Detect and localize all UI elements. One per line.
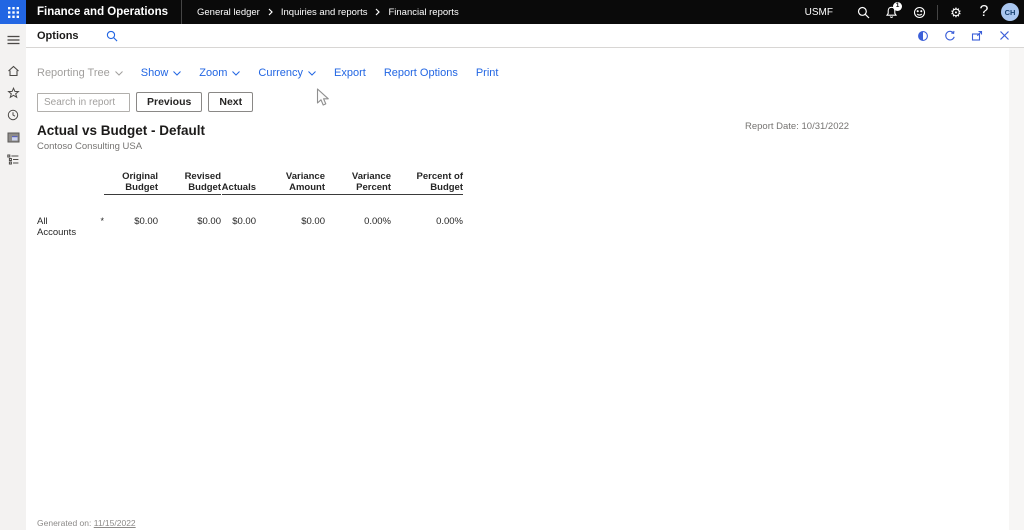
close-icon[interactable]: [994, 26, 1014, 46]
expand-menu-icon[interactable]: [0, 29, 26, 51]
chevron-down-icon: [173, 71, 181, 76]
column-variance-amount[interactable]: Variance Amount: [256, 171, 325, 195]
table-row[interactable]: All Accounts * $0.00 $0.00 $0.00 $0.00 0…: [37, 216, 1024, 238]
report-table: Original Budget Revised Budget Actuals V…: [37, 171, 1024, 238]
page-search-icon[interactable]: [106, 30, 118, 42]
topbar-divider: [937, 5, 938, 20]
page-action-icons: [913, 26, 1014, 46]
avatar[interactable]: CH: [1001, 3, 1019, 21]
settings-gear-icon[interactable]: ⚙: [942, 0, 970, 24]
report-search-row: Previous Next: [37, 92, 1024, 112]
report-viewer: Reporting Tree Show Zoom Currency Export…: [26, 47, 1024, 530]
search-in-report-input[interactable]: [37, 93, 130, 112]
column-variance-percent[interactable]: Variance Percent: [325, 171, 391, 195]
zoom-menu[interactable]: Zoom: [199, 67, 240, 79]
notifications-bell-icon[interactable]: 1: [877, 0, 905, 24]
report-header: Actual vs Budget - Default Contoso Consu…: [37, 123, 1024, 152]
column-revised-budget[interactable]: Revised Budget: [158, 171, 221, 195]
open-in-new-window-icon[interactable]: [967, 26, 987, 46]
column-actuals[interactable]: Actuals: [222, 182, 256, 195]
report-title: Actual vs Budget - Default: [37, 123, 1024, 138]
table-header-row: Original Budget Revised Budget Actuals V…: [37, 171, 1024, 195]
next-button[interactable]: Next: [208, 92, 253, 112]
currency-menu[interactable]: Currency: [258, 67, 316, 79]
cell-original-budget: $0.00: [104, 216, 158, 227]
breadcrumb-inquiries-and-reports[interactable]: Inquiries and reports: [281, 7, 368, 18]
column-original-budget[interactable]: Original Budget: [104, 171, 158, 195]
cell-variance-amount: $0.00: [256, 216, 325, 227]
top-navigation-bar: Finance and Operations General ledger In…: [0, 0, 1024, 24]
chevron-right-icon: [268, 8, 273, 16]
scrollbar-track[interactable]: [1009, 48, 1024, 530]
column-percent-of-budget[interactable]: Percent of Budget: [391, 171, 463, 195]
currency-label: Currency: [258, 67, 303, 79]
nav-sidebar: [0, 24, 26, 530]
export-button[interactable]: Export: [334, 67, 366, 79]
breadcrumb-general-ledger[interactable]: General ledger: [197, 7, 260, 18]
generated-on-footer: Generated on: 11/15/2022: [37, 518, 136, 528]
print-button[interactable]: Print: [476, 67, 499, 79]
show-label: Show: [141, 67, 169, 79]
zoom-label: Zoom: [199, 67, 227, 79]
chevron-down-icon: [232, 71, 240, 76]
app-launcher-button[interactable]: [0, 0, 26, 24]
cell-actuals: $0.00: [221, 216, 256, 227]
search-icon[interactable]: [849, 0, 877, 24]
favorites-star-icon[interactable]: [0, 82, 26, 104]
breadcrumb-financial-reports[interactable]: Financial reports: [388, 7, 458, 18]
help-icon[interactable]: ?: [970, 0, 998, 24]
half-circle-icon[interactable]: [913, 26, 933, 46]
recent-clock-icon[interactable]: [0, 104, 26, 126]
feedback-smiley-icon[interactable]: [905, 0, 933, 24]
cell-percent-of-budget: 0.00%: [391, 216, 463, 227]
topbar-divider: [181, 0, 182, 24]
company-selector[interactable]: USMF: [805, 7, 833, 18]
report-options-button[interactable]: Report Options: [384, 67, 458, 79]
tab-options[interactable]: Options: [37, 30, 79, 42]
refresh-icon[interactable]: [940, 26, 960, 46]
report-company: Contoso Consulting USA: [37, 141, 1024, 152]
previous-button[interactable]: Previous: [136, 92, 202, 112]
show-menu[interactable]: Show: [141, 67, 182, 79]
generated-on-date: 11/15/2022: [94, 518, 136, 528]
waffle-icon: [8, 7, 19, 18]
cell-revised-budget: $0.00: [158, 216, 221, 227]
reporting-tree-label: Reporting Tree: [37, 67, 110, 79]
action-pane: Options: [26, 24, 1024, 47]
chevron-right-icon: [375, 8, 380, 16]
modules-list-icon[interactable]: [0, 148, 26, 170]
report-date: Report Date: 10/31/2022: [745, 121, 849, 132]
chevron-down-icon: [308, 71, 316, 76]
row-account-cell: All Accounts *: [37, 216, 104, 238]
reporting-tree-menu[interactable]: Reporting Tree: [37, 67, 123, 79]
notification-badge: 1: [893, 2, 902, 11]
workspaces-icon[interactable]: [0, 126, 26, 148]
home-icon[interactable]: [0, 60, 26, 82]
generated-on-label: Generated on:: [37, 518, 91, 528]
chevron-down-icon: [115, 71, 123, 76]
report-toolbar: Reporting Tree Show Zoom Currency Export…: [26, 48, 1024, 79]
breadcrumb: General ledger Inquiries and reports Fin…: [197, 7, 459, 18]
topbar-right-group: USMF 1 ⚙ ? CH: [805, 0, 1024, 24]
app-title[interactable]: Finance and Operations: [37, 6, 168, 18]
cell-variance-percent: 0.00%: [325, 216, 391, 227]
account-name[interactable]: All Accounts: [37, 216, 87, 238]
